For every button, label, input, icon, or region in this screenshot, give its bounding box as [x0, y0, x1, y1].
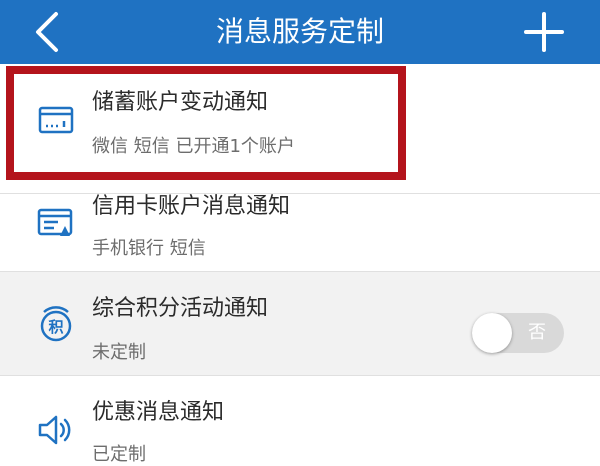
toggle-label: 否: [528, 322, 546, 343]
item-subtitle: 微信 短信 已开通1个账户: [92, 136, 295, 157]
item-subtitle: 已定制: [92, 444, 146, 465]
points-icon: 积: [40, 306, 72, 342]
item-title: 优惠消息通知: [92, 400, 225, 425]
points-notice-toggle[interactable]: 否: [472, 313, 564, 353]
header-bar: 消息服务定制: [0, 0, 600, 64]
item-subtitle: 未定制: [92, 342, 146, 363]
item-title: 综合积分活动通知: [92, 296, 269, 321]
speaker-icon: [38, 415, 71, 445]
page-title: 消息服务定制: [215, 15, 384, 48]
item-subtitle: 手机银行 短信: [92, 238, 206, 259]
list-item-savings-notice[interactable]: 储蓄账户变动通知 微信 短信 已开通1个账户: [0, 64, 600, 194]
plus-icon[interactable]: [524, 12, 564, 52]
savings-card-icon: [38, 106, 74, 134]
list-item-credit-card-notice[interactable]: 信用卡账户消息通知 手机银行 短信: [0, 194, 600, 272]
toggle-knob: [472, 313, 512, 353]
svg-text:积: 积: [48, 318, 63, 336]
list-item-promo-notice[interactable]: 优惠消息通知 已定制: [0, 376, 600, 466]
list-item-points-notice[interactable]: 积 综合积分活动通知 未定制 否: [0, 272, 600, 376]
credit-card-statement-icon: [37, 208, 73, 236]
item-title: 储蓄账户变动通知: [92, 90, 269, 115]
item-title: 信用卡账户消息通知: [92, 194, 291, 219]
